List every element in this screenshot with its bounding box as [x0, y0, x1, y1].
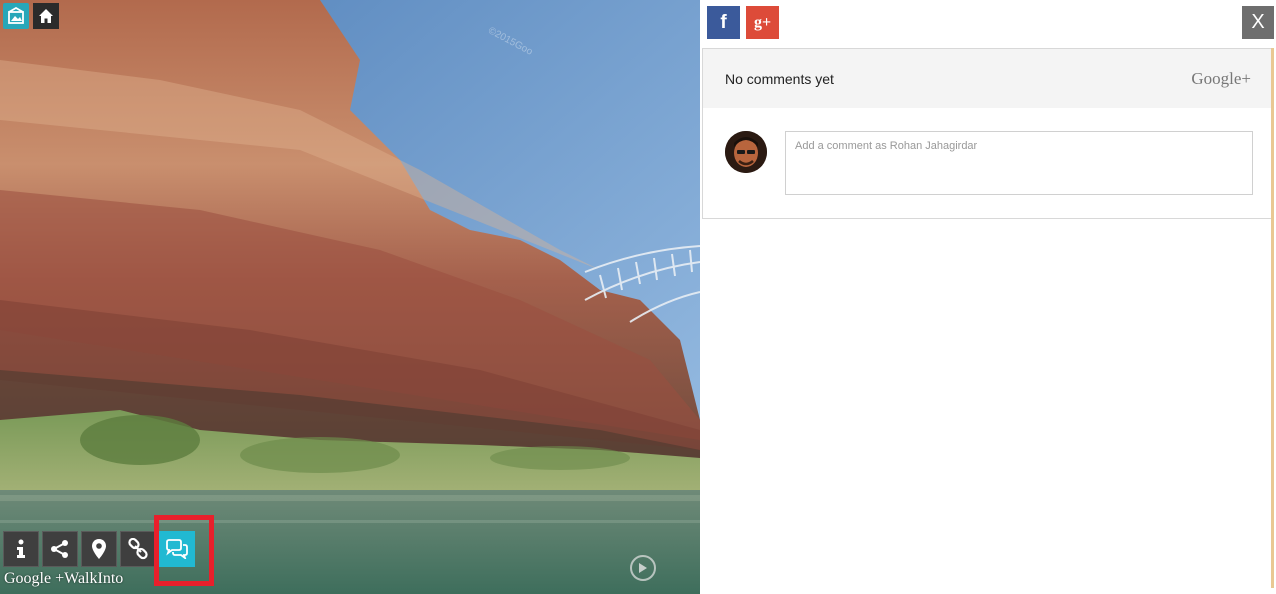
- facebook-button[interactable]: f: [707, 6, 740, 39]
- share-icon: [51, 540, 68, 558]
- brand-label[interactable]: Google +WalkInto: [4, 570, 123, 588]
- top-icons: [3, 3, 59, 29]
- play-button[interactable]: [630, 555, 656, 581]
- panorama-image[interactable]: [0, 0, 700, 594]
- comments-panel: f g+ X No comments yet Google+ Add a com…: [700, 0, 1276, 594]
- app-root: ©2015Goo Google +WalkInto f g+ X No comm…: [0, 0, 1276, 594]
- provider-label: Google+: [1191, 68, 1251, 88]
- comments-header: No comments yet Google+: [703, 49, 1273, 108]
- share-row: f g+: [707, 6, 779, 39]
- avatar: [725, 131, 767, 173]
- panorama-viewer[interactable]: ©2015Goo Google +WalkInto: [0, 0, 700, 594]
- home-icon[interactable]: [33, 3, 59, 29]
- panorama-app-icon[interactable]: [3, 3, 29, 29]
- scrollbar[interactable]: [1271, 48, 1274, 588]
- comments-box: No comments yet Google+ Add a comment as…: [702, 48, 1274, 219]
- play-icon: [639, 563, 647, 573]
- googleplus-button[interactable]: g+: [746, 6, 779, 39]
- info-icon: [17, 539, 25, 558]
- link-icon: [128, 538, 148, 560]
- location-button[interactable]: [81, 531, 117, 567]
- map-pin-icon: [92, 539, 106, 559]
- info-button[interactable]: [3, 531, 39, 567]
- highlight-box: [154, 515, 214, 586]
- comment-input[interactable]: Add a comment as Rohan Jahagirdar: [785, 131, 1253, 195]
- comments-status: No comments yet: [725, 70, 834, 87]
- link-button[interactable]: [120, 531, 156, 567]
- share-button[interactable]: [42, 531, 78, 567]
- close-button[interactable]: X: [1242, 6, 1274, 39]
